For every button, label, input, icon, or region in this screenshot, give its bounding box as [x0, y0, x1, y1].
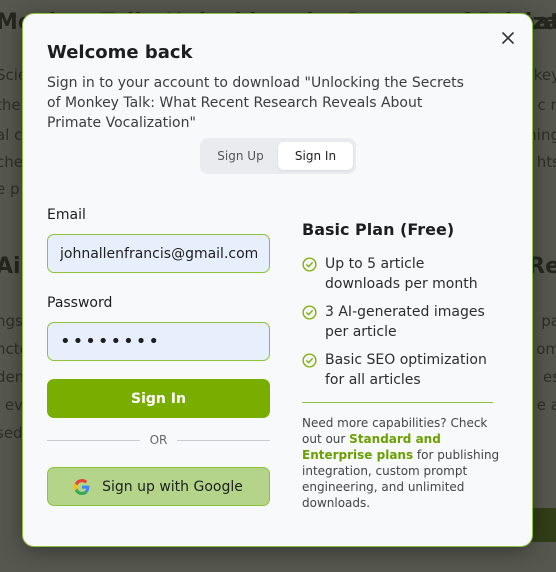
sign-in-modal: Welcome back Sign in to your account to … [22, 13, 533, 547]
check-circle-icon [302, 350, 318, 370]
check-circle-icon [302, 254, 318, 274]
email-field[interactable] [47, 234, 270, 273]
feature-text: Up to 5 article downloads per month [325, 256, 478, 292]
email-label: Email [47, 207, 86, 223]
plan-title: Basic Plan (Free) [302, 220, 455, 239]
plan-divider [302, 402, 493, 403]
password-label: Password [47, 295, 113, 311]
or-text: OR [149, 433, 168, 447]
or-divider: OR [47, 433, 271, 447]
close-button[interactable] [498, 28, 518, 48]
tab-sign-in[interactable]: Sign In [278, 142, 353, 170]
plan-features: Up to 5 article downloads per month 3 AI… [302, 254, 502, 398]
divider-line [47, 439, 140, 441]
auth-tabs: Sign Up Sign In [200, 138, 356, 174]
google-button-label: Sign up with Google [102, 478, 243, 495]
password-field[interactable] [47, 322, 270, 361]
modal-subtitle: Sign in to your account to download "Unl… [47, 75, 464, 131]
modal-title: Welcome back [47, 42, 193, 63]
google-icon [74, 478, 90, 495]
divider-line [177, 439, 271, 441]
sign-in-button[interactable]: Sign In [47, 379, 270, 418]
feature-text: 3 AI-generated images per article [325, 304, 485, 340]
google-sign-up-button[interactable]: Sign up with Google [47, 467, 270, 506]
close-icon [502, 32, 514, 44]
list-item: 3 AI-generated images per article [302, 302, 502, 342]
upgrade-note: Need more capabilities? Check out our St… [302, 415, 502, 511]
feature-text: Basic SEO optimization for all articles [325, 352, 487, 388]
check-circle-icon [302, 302, 318, 322]
list-item: Up to 5 article downloads per month [302, 254, 502, 294]
tab-sign-up[interactable]: Sign Up [203, 142, 278, 170]
list-item: Basic SEO optimization for all articles [302, 350, 502, 390]
